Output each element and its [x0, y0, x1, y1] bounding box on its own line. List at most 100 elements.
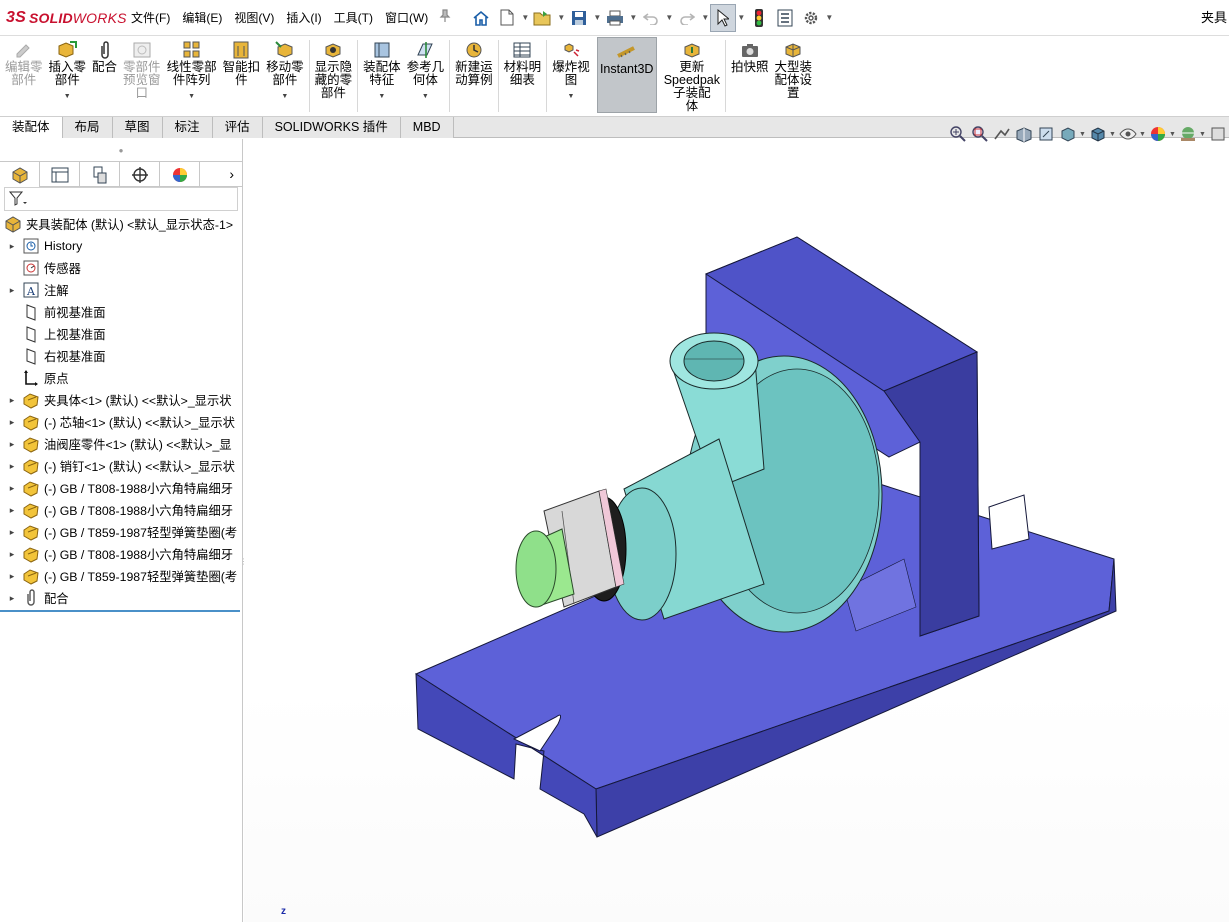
tree-node[interactable]: ▸ (-) 芯轴<1> (默认) <<默认>_显示状 [0, 411, 242, 433]
instant3d-button[interactable]: Instant3D [596, 37, 657, 113]
print-dropdown-chevron-icon[interactable]: ▼ [628, 13, 638, 22]
expand-arrow-icon[interactable]: ▸ [6, 593, 18, 604]
tree-node[interactable]: 传感器 [0, 257, 242, 279]
tree-node[interactable]: ▸ (-) GB / T859-1987轻型弹簧垫圈(考 [0, 521, 242, 543]
redo-icon[interactable] [674, 4, 700, 32]
tab-markup[interactable]: 标注 [162, 117, 213, 138]
tree-node[interactable]: ▸ (-) GB / T808-1988小六角特扁细牙 [0, 477, 242, 499]
expand-arrow-icon[interactable]: ▸ [6, 527, 18, 538]
traffic-light-icon[interactable] [746, 4, 772, 32]
select-dropdown-chevron-icon[interactable]: ▼ [736, 13, 746, 22]
new-document-icon[interactable] [494, 4, 520, 32]
pin-icon[interactable] [434, 9, 456, 26]
update-speedpak-button[interactable]: 更新 Speedpak 子装配 体 [661, 36, 723, 116]
component-preview-button[interactable]: 零部件 预览窗 口 [120, 36, 164, 116]
expand-arrow-icon[interactable]: ▸ [6, 571, 18, 582]
open-folder-icon[interactable] [530, 4, 556, 32]
tree-node[interactable]: ▸ History [0, 235, 242, 257]
expand-arrow-icon[interactable]: ▸ [6, 549, 18, 560]
mate-button[interactable]: 配合 [89, 36, 120, 116]
bill-of-materials-button[interactable]: 材料明 细表 [501, 36, 545, 116]
tree-node[interactable]: ▸ 配合 [0, 587, 242, 609]
tree-node[interactable]: 原点 [0, 367, 242, 389]
undo-dropdown-chevron-icon[interactable]: ▼ [664, 13, 674, 22]
move-component-button[interactable]: 移动零 部件 ▼ [263, 36, 307, 116]
expand-arrow-icon[interactable]: ▸ [6, 461, 18, 472]
take-snapshot-button[interactable]: 拍快照 [728, 36, 772, 116]
open-dropdown-chevron-icon[interactable]: ▼ [556, 13, 566, 22]
home-icon[interactable] [468, 4, 494, 32]
configuration-manager-tab-icon[interactable] [80, 162, 120, 187]
expand-arrow-icon[interactable]: ▸ [6, 483, 18, 494]
menu-window[interactable]: 窗口(W) [379, 0, 434, 36]
exploded-view-button[interactable]: 爆炸视 图 ▼ [549, 36, 593, 116]
menu-edit[interactable]: 编辑(E) [176, 0, 228, 36]
expand-arrow-icon[interactable]: ▸ [6, 285, 18, 296]
tree-node[interactable]: 上视基准面 [0, 323, 242, 345]
tab-mbd[interactable]: MBD [400, 117, 454, 138]
options-gear-icon[interactable] [798, 4, 824, 32]
tree-node[interactable]: ▸ (-) 销钉<1> (默认) <<默认>_显示状 [0, 455, 242, 477]
redo-dropdown-chevron-icon[interactable]: ▼ [700, 13, 710, 22]
tree-node[interactable]: ▸ A 注解 [0, 279, 242, 301]
menu-view[interactable]: 视图(V) [228, 0, 280, 36]
select-cursor-icon[interactable] [710, 3, 737, 32]
linear-pattern-chevron-icon[interactable]: ▼ [188, 90, 195, 103]
insert-component-button[interactable]: 插入零 部件 ▼ [46, 36, 90, 116]
smart-fasteners-button[interactable]: 智能扣 件 [220, 36, 264, 116]
tree-rollback-bar[interactable] [0, 610, 240, 612]
file-properties-icon[interactable] [772, 4, 798, 32]
tree-node[interactable]: ▸ (-) GB / T859-1987轻型弹簧垫圈(考 [0, 565, 242, 587]
linear-pattern-button[interactable]: 线性零部 件阵列 ▼ [164, 36, 220, 116]
tab-sketch[interactable]: 草图 [112, 117, 163, 138]
show-hidden-components-button[interactable]: 显示隐 藏的零 部件 [312, 36, 356, 116]
reference-geometry-chevron-icon[interactable]: ▼ [422, 90, 429, 103]
tree-node[interactable]: 右视基准面 [0, 345, 242, 367]
apply-scene-chevron-icon[interactable]: ▼ [1199, 131, 1207, 138]
tree-node[interactable]: ▸ 夹具体<1> (默认) <<默认>_显示状 [0, 389, 242, 411]
exploded-view-chevron-icon[interactable]: ▼ [567, 90, 574, 103]
solidworks-logo[interactable]: 3S SOLID WORKS [0, 0, 126, 36]
assembly-features-chevron-icon[interactable]: ▼ [378, 90, 385, 103]
insert-component-chevron-icon[interactable]: ▼ [64, 90, 71, 103]
manager-tabs-more-icon[interactable]: › [200, 162, 242, 186]
tab-evaluate[interactable]: 评估 [212, 117, 263, 138]
panel-grip-handle[interactable]: ● [0, 139, 242, 161]
expand-arrow-icon[interactable]: ▸ [6, 505, 18, 516]
tree-filter[interactable] [4, 187, 238, 211]
undo-icon[interactable] [638, 4, 664, 32]
assembly-features-button[interactable]: 装配体 特征 ▼ [360, 36, 404, 116]
new-dropdown-chevron-icon[interactable]: ▼ [520, 13, 530, 22]
edit-appearance-chevron-icon[interactable]: ▼ [1169, 131, 1177, 138]
feature-manager-tab-icon[interactable] [0, 162, 40, 187]
display-style-chevron-icon[interactable]: ▼ [1109, 131, 1117, 138]
view-orientation-chevron-icon[interactable]: ▼ [1079, 131, 1087, 138]
assembly-model-render[interactable] [244, 139, 1229, 922]
property-manager-tab-icon[interactable] [40, 162, 80, 187]
large-assembly-settings-button[interactable]: 大型装 配体设 置 [772, 36, 816, 116]
options-dropdown-chevron-icon[interactable]: ▼ [824, 13, 834, 22]
tree-node[interactable]: ▸ (-) GB / T808-1988小六角特扁细牙 [0, 543, 242, 565]
expand-arrow-icon[interactable]: ▸ [6, 395, 18, 406]
dimxpert-manager-tab-icon[interactable] [120, 162, 160, 187]
tree-root-assembly[interactable]: 夹具装配体 (默认) <默认_显示状态-1> [0, 213, 242, 235]
menu-file[interactable]: 文件(F) [125, 0, 176, 36]
expand-arrow-icon[interactable]: ▸ [6, 417, 18, 428]
tree-node[interactable]: ▸ 油阀座零件<1> (默认) <<默认>_显 [0, 433, 242, 455]
graphics-area[interactable]: ▼ ▼ ▼ ▼ ▼ z [244, 126, 1229, 922]
tab-assembly[interactable]: 装配体 [0, 117, 63, 138]
hide-show-chevron-icon[interactable]: ▼ [1139, 131, 1147, 138]
edit-component-button[interactable]: 编辑零 部件 [2, 36, 46, 116]
tab-solidworks-addins[interactable]: SOLIDWORKS 插件 [262, 117, 401, 138]
display-manager-tab-icon[interactable] [160, 162, 200, 187]
tree-node[interactable]: ▸ (-) GB / T808-1988小六角特扁细牙 [0, 499, 242, 521]
menu-tools[interactable]: 工具(T) [328, 0, 379, 36]
expand-arrow-icon[interactable]: ▸ [6, 241, 18, 252]
reference-geometry-button[interactable]: 参考几 何体 ▼ [404, 36, 448, 116]
save-dropdown-chevron-icon[interactable]: ▼ [592, 13, 602, 22]
tree-node[interactable]: 前视基准面 [0, 301, 242, 323]
tab-layout[interactable]: 布局 [62, 117, 113, 138]
move-component-chevron-icon[interactable]: ▼ [281, 90, 288, 103]
new-motion-study-button[interactable]: 新建运 动算例 [452, 36, 496, 116]
menu-insert[interactable]: 插入(I) [280, 0, 327, 36]
